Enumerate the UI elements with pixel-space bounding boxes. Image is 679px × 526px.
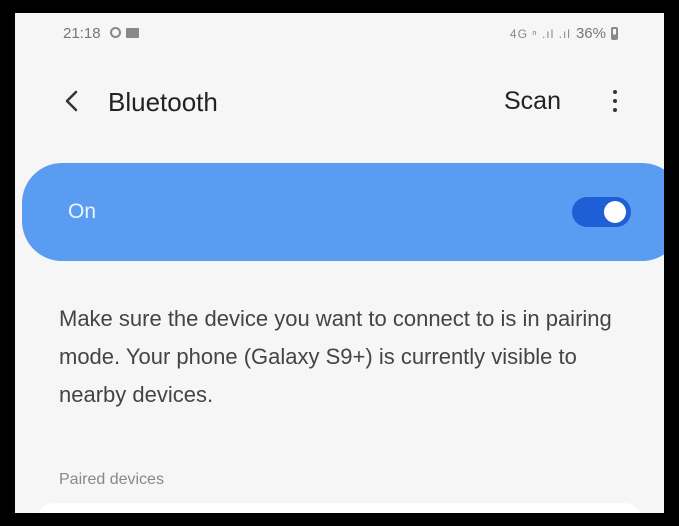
phone-screen: 21:18 4G ⁿ .ıl .ıl 36% Bluetooth Scan On [15,13,664,513]
chevron-left-icon [65,90,78,112]
pairing-info-text: Make sure the device you want to connect… [59,306,612,407]
toggle-label: On [68,200,97,223]
whatsapp-icon [110,27,121,38]
paired-devices-header: Paired devices [59,471,164,488]
battery-icon [611,27,618,40]
status-bar: 21:18 4G ⁿ .ıl .ıl 36% [15,13,664,53]
battery-percentage: 36% [575,25,606,42]
signal-icon: 4G ⁿ .ıl .ıl [509,26,571,41]
gallery-icon [126,27,139,38]
notification-icons [110,27,139,38]
switch-knob [604,201,626,223]
more-options-button[interactable] [603,87,627,117]
scan-button[interactable]: Scan [504,87,561,116]
paired-devices-list [35,503,644,513]
app-header: Bluetooth Scan [15,73,664,129]
bluetooth-switch[interactable] [572,197,631,227]
page-title: Bluetooth [108,87,218,117]
bluetooth-toggle-card[interactable]: On [22,163,664,261]
back-button[interactable] [55,83,91,119]
status-indicators: 4G ⁿ .ıl .ıl 36% [510,25,618,42]
more-vert-icon [613,90,617,94]
status-time: 21:18 [63,25,101,42]
